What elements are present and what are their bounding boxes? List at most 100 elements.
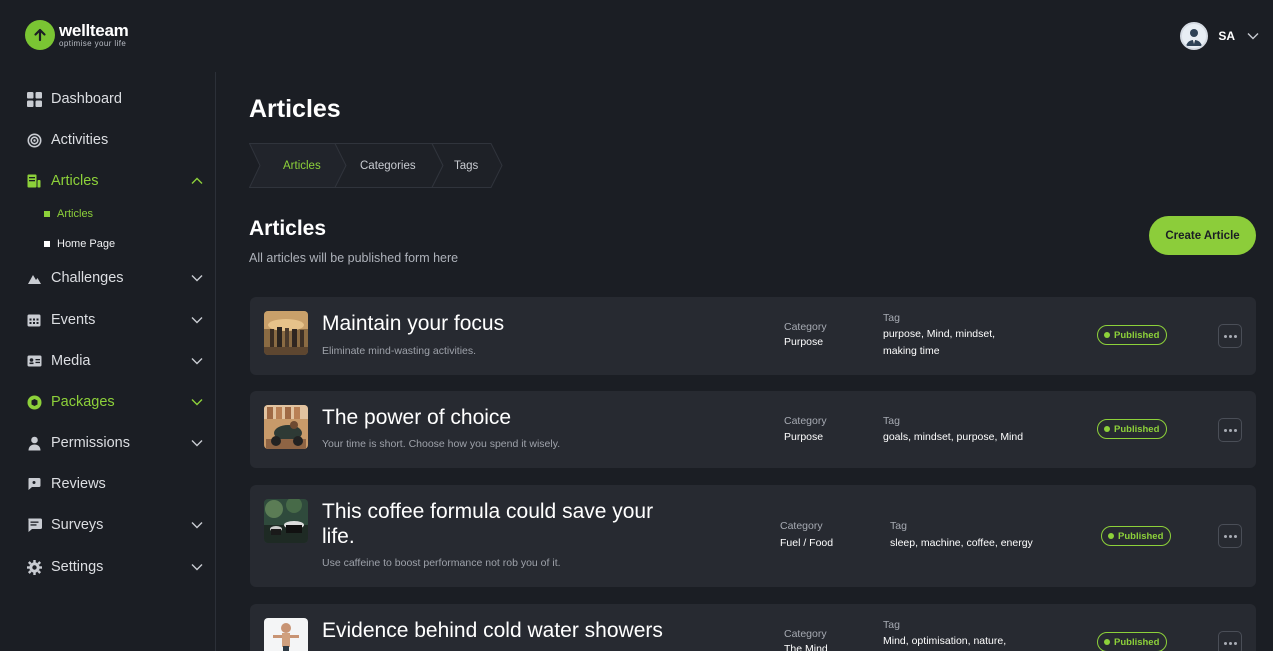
chevron-down-icon[interactable] [190,395,204,409]
target-icon [26,132,42,148]
sidebar-item-label: Settings [51,559,104,575]
bullet-icon [44,241,50,247]
status-badge: Published [1101,526,1172,546]
status-badge: Published [1097,419,1168,439]
breadcrumb-articles[interactable]: Articles [249,143,344,188]
sidebar-item-label: Events [51,312,96,328]
more-options-button[interactable] [1218,324,1242,348]
chevron-down-icon[interactable] [190,354,204,368]
sidebar-item-label: Activities [51,132,109,148]
chevron-up-icon[interactable] [190,174,204,188]
section-subtitle: All articles will be published form here [249,251,459,265]
article-title: The power of choice [322,406,512,429]
sidebar-item-label: Reviews [51,476,106,492]
article-row[interactable]: This coffee formula could save your life… [250,485,1256,587]
more-options-button[interactable] [1218,524,1242,548]
sidebar-item-articles[interactable]: Articles [26,169,206,193]
user-initials: SA [1218,29,1235,43]
sidebar-item-label: Packages [51,394,115,410]
article-subtitle: Use caffeine to boost performance not ro… [322,557,561,569]
category-label: Category [784,415,827,427]
chevron-down-icon[interactable] [1245,28,1261,44]
chevron-down-icon[interactable] [190,518,204,532]
id-card-icon [26,353,42,369]
package-icon [26,394,42,410]
sidebar-item-label: Articles [51,173,99,189]
article-thumbnail [264,311,308,355]
grid-icon [26,91,42,107]
sidebar-item-activities[interactable]: Activities [26,128,206,152]
chevron-down-icon[interactable] [190,560,204,574]
breadcrumb: Articles Categories Tags [249,143,504,188]
article-thumbnail [264,618,308,651]
article-row[interactable]: Evidence behind cold water showers Categ… [250,604,1256,651]
sidebar-item-reviews[interactable]: Reviews [26,472,206,496]
arrow-up-icon [25,20,55,50]
user-menu[interactable]: SA [1180,22,1261,50]
sidebar-item-label: Dashboard [51,91,122,107]
article-title: Evidence behind cold water showers [322,619,663,642]
tag-label: Tag [883,415,900,427]
more-options-button[interactable] [1218,631,1242,651]
chevron-down-icon[interactable] [190,313,204,327]
sidebar-item-permissions[interactable]: Permissions [26,431,206,455]
article-row[interactable]: Maintain your focus Eliminate mind-wasti… [250,297,1256,375]
tag-value: purpose, Mind, mindset, [883,328,996,340]
sidebar-item-label: Surveys [51,517,104,533]
tag-value: goals, mindset, purpose, Mind [883,431,1024,443]
breadcrumb-tags[interactable]: Tags [440,143,504,188]
mountain-icon [26,270,42,286]
article-subtitle: Eliminate mind-wasting activities. [322,345,477,357]
tag-value: sleep, machine, coffee, energy [890,537,1033,549]
user-icon [26,435,42,451]
create-article-button[interactable]: Create Article [1149,216,1256,255]
sidebar-item-surveys[interactable]: Surveys [26,513,206,537]
article-title: This coffee formula could save your [322,500,654,523]
status-badge: Published [1097,632,1168,651]
tag-value: Mind, optimisation, nature, [883,635,1007,647]
category-label: Category [780,520,823,532]
sidebar-item-media[interactable]: Media [26,349,206,373]
gear-icon [26,559,42,575]
bullet-icon [44,211,50,217]
tag-value-cont: making time [883,345,940,357]
article-thumbnail [264,405,308,449]
sidebar-item-label: Media [51,353,91,369]
article-thumbnail [264,499,308,543]
status-badge: Published [1097,325,1168,345]
survey-icon [26,517,42,533]
chat-icon [26,476,42,492]
category-label: Category [784,628,827,640]
sidebar-item-events[interactable]: Events [26,308,206,332]
brand-name: wellteam [59,21,129,40]
sidebar-subitem-label: Home Page [57,238,116,250]
sidebar-subitem-home-page[interactable]: Home Page [44,236,115,252]
section-title: Articles [249,217,327,240]
article-subtitle: Your time is short. Choose how you spend… [322,438,561,450]
sidebar-item-label: Challenges [51,270,124,286]
article-row[interactable]: The power of choice Your time is short. … [250,391,1256,468]
brand-logo[interactable]: wellteam optimise your life [25,20,129,50]
sidebar-item-challenges[interactable]: Challenges [26,266,206,290]
tag-label: Tag [890,520,907,532]
category-label: Category [784,321,827,333]
breadcrumb-categories[interactable]: Categories [344,143,440,188]
sidebar-subitem-articles[interactable]: Articles [44,206,93,222]
category-value: Purpose [784,431,824,443]
tag-label: Tag [883,619,900,631]
sidebar-item-packages[interactable]: Packages [26,390,206,414]
sidebar-item-settings[interactable]: Settings [26,555,206,579]
calendar-icon [26,312,42,328]
more-options-button[interactable] [1218,418,1242,442]
page-title: Articles [249,95,341,123]
chevron-down-icon[interactable] [190,436,204,450]
chevron-down-icon[interactable] [190,271,204,285]
article-title-cont: life. [322,525,355,548]
brand-tagline: optimise your life [59,39,127,48]
tag-label: Tag [883,312,900,324]
category-value: Fuel / Food [780,537,834,549]
sidebar-subitem-label: Articles [57,208,94,220]
avatar[interactable] [1180,22,1209,50]
sidebar-item-dashboard[interactable]: Dashboard [26,87,206,111]
document-icon [26,173,42,189]
